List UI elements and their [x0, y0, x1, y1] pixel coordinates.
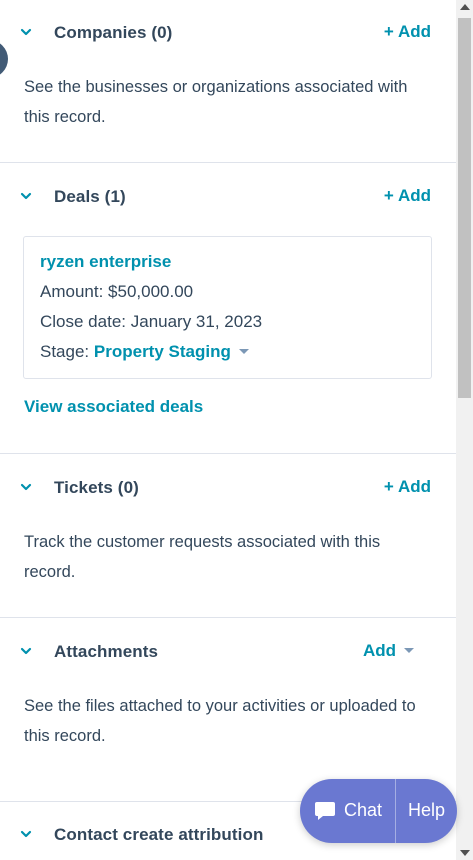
deal-close-date-label: Close date:	[40, 312, 126, 331]
deals-header[interactable]: Deals (1) + Add	[0, 183, 456, 213]
deal-close-date-row: Close date: January 31, 2023	[40, 312, 262, 332]
chevron-down-icon[interactable]	[18, 826, 34, 842]
deal-name-link[interactable]: ryzen enterprise	[40, 252, 171, 272]
companies-title: Companies (0)	[54, 23, 173, 42]
deal-card: ryzen enterprise Amount: $50,000.00 Clos…	[23, 236, 432, 379]
chat-label: Chat	[344, 800, 383, 820]
companies-description: See the businesses or organizations asso…	[24, 78, 408, 126]
chevron-down-icon[interactable]	[18, 643, 34, 659]
deal-stage-row: Stage: Property Staging	[40, 342, 249, 362]
deal-amount-label: Amount:	[40, 282, 104, 301]
chevron-down-icon[interactable]	[18, 479, 34, 495]
divider	[0, 453, 456, 454]
scrollbar-thumb[interactable]	[458, 18, 471, 398]
help-label: Help	[408, 800, 446, 820]
deals-add-button[interactable]: + Add	[384, 186, 431, 206]
view-associated-deals-link[interactable]: View associated deals	[24, 397, 203, 417]
deal-amount-row: Amount: $50,000.00	[40, 282, 193, 302]
attachments-description: See the files attached to your activitie…	[24, 697, 416, 745]
chevron-down-icon[interactable]	[18, 188, 34, 204]
deals-title: Deals (1)	[54, 187, 126, 206]
companies-add-button[interactable]: + Add	[384, 22, 431, 42]
deal-stage-dropdown[interactable]: Property Staging	[94, 342, 249, 361]
chat-widget: Chat Help	[300, 779, 457, 843]
deal-close-date-value: January 31, 2023	[130, 312, 263, 331]
attachments-title: Attachments	[54, 642, 159, 661]
deal-stage-label: Stage:	[40, 342, 90, 361]
deal-amount-value: $50,000.00	[108, 282, 194, 301]
divider	[0, 617, 456, 618]
scroll-up-arrow-icon[interactable]	[460, 4, 470, 10]
caret-down-icon	[238, 349, 249, 354]
scroll-down-arrow-icon[interactable]	[460, 850, 470, 856]
companies-header[interactable]: Companies (0) + Add	[0, 19, 456, 49]
deal-stage-value: Property Staging	[93, 342, 231, 361]
chat-button[interactable]: Chat	[300, 779, 395, 843]
attachments-add-dropdown[interactable]: Add	[363, 641, 414, 661]
tickets-header[interactable]: Tickets (0) + Add	[0, 474, 456, 504]
attachments-add-label: Add	[362, 641, 396, 660]
divider	[0, 162, 456, 163]
attachments-header[interactable]: Attachments Add	[0, 638, 456, 668]
attribution-title: Contact create attribution	[54, 825, 264, 844]
caret-down-icon	[404, 648, 414, 653]
tickets-description: Track the customer requests associated w…	[24, 533, 381, 581]
chevron-down-icon[interactable]	[18, 24, 34, 40]
tickets-add-button[interactable]: + Add	[384, 477, 431, 497]
tickets-title: Tickets (0)	[54, 478, 139, 497]
help-button[interactable]: Help	[396, 779, 457, 843]
chat-bubble-icon	[315, 802, 335, 820]
sidebar-panel: Companies (0) + Add See the businesses o…	[0, 0, 456, 860]
